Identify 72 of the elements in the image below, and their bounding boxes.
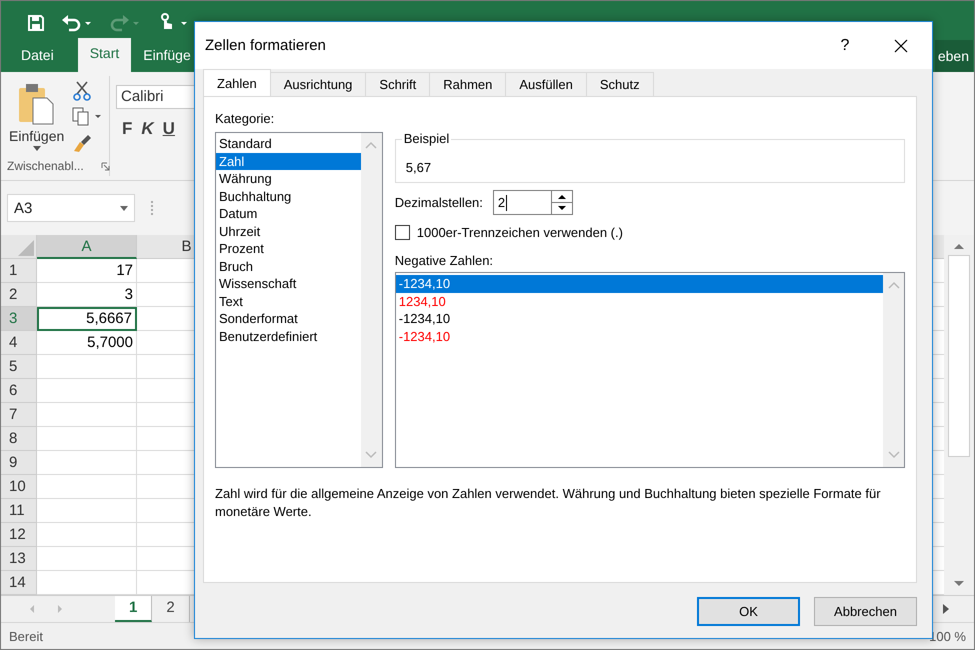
save-icon[interactable] — [27, 14, 45, 32]
ribbon-button[interactable]: eben — [934, 40, 973, 72]
close-icon[interactable] — [894, 38, 908, 52]
dialog-tab[interactable]: Schutz — [586, 72, 654, 96]
help-button[interactable]: ? — [822, 30, 868, 62]
category-item[interactable]: Zahl — [216, 152, 361, 170]
table-cell: 5,7000 — [37, 331, 137, 355]
description-text: Zahl wird für die allgemeine Anzeige von Zahlen verwendet. Währung und Buchhaltung bieten spezielle Formate für monetäre Werte. — [215, 485, 882, 521]
category-item[interactable]: Währung — [216, 170, 361, 188]
row-header[interactable]: 5 — [1, 355, 37, 379]
category-item[interactable]: Datum — [216, 205, 361, 222]
negative-label: Negative Zahlen: — [394, 253, 494, 268]
sheet-tab[interactable]: 1 — [115, 596, 152, 622]
category-item[interactable]: Text — [216, 292, 361, 310]
grip-icon — [151, 201, 155, 215]
category-list[interactable]: Standard Zahl Währung Buchhaltung Datum Uhrzeit Prozent Bruch Wissenschaft Text Sonderformat Benutzerdefiniert — [215, 132, 383, 468]
decimals-spinner[interactable]: 2 — [492, 190, 573, 215]
format-option[interactable]: -1234,10 — [396, 328, 883, 345]
brush-icon[interactable] — [72, 133, 92, 153]
format-button[interactable]: K — [141, 119, 154, 139]
row-header[interactable]: 8 — [1, 427, 37, 451]
ribbon-tab[interactable]: Start — [78, 38, 132, 72]
dialog-launcher-icon[interactable] — [101, 162, 110, 171]
row-header[interactable]: 9 — [1, 451, 37, 475]
table-cell: 5,6667 — [37, 307, 137, 331]
dialog-tab[interactable]: Zahlen — [203, 69, 271, 96]
row-header[interactable]: 10 — [1, 475, 37, 499]
scrollbar-thumb[interactable] — [948, 255, 970, 457]
category-label: Kategorie: — [215, 111, 276, 127]
row-header[interactable]: 3 — [1, 307, 37, 331]
category-item[interactable]: Benutzerdefiniert — [216, 328, 361, 345]
table-cell: 17 — [37, 259, 137, 283]
cancel-button[interactable]: Abbrechen — [814, 597, 917, 626]
dialog-title: Zellen formatieren — [205, 37, 326, 54]
format-option[interactable]: -1234,10 — [396, 310, 883, 328]
row-header[interactable]: 13 — [1, 547, 37, 571]
negative-list[interactable]: -1234,10 1234,10 -1234,10 -1234,10 — [394, 272, 905, 468]
checkbox[interactable] — [394, 225, 410, 240]
group-label: Zwischenabl... — [7, 159, 84, 173]
scissors-icon[interactable] — [72, 81, 92, 101]
category-item[interactable]: Sonderformat — [216, 310, 361, 328]
table-cell: 3 — [37, 283, 137, 307]
row-header[interactable]: 7 — [1, 403, 37, 427]
row-header[interactable]: 2 — [1, 283, 37, 307]
caret-icon[interactable] — [32, 146, 41, 151]
category-item[interactable]: Bruch — [216, 258, 361, 275]
sample-value: 5,67 — [406, 160, 432, 175]
row-header[interactable]: 11 — [1, 499, 37, 523]
category-item[interactable]: Buchhaltung — [216, 188, 361, 205]
caret-icon[interactable] — [120, 206, 128, 210]
copy-icon[interactable] — [72, 107, 102, 127]
ok-button[interactable]: OK — [697, 597, 800, 626]
category-item[interactable]: Standard — [216, 135, 361, 152]
status-text: Bereit — [9, 628, 43, 644]
checkbox-label[interactable]: 1000er-Trennzeichen verwenden (.) — [416, 225, 623, 240]
format-option[interactable]: 1234,10 — [396, 292, 883, 310]
ribbon-tab[interactable]: Datei — [9, 40, 66, 72]
category-item[interactable]: Wissenschaft — [216, 275, 361, 292]
row-header[interactable]: 1 — [1, 259, 37, 283]
undo-icon[interactable] — [61, 14, 93, 32]
column-header[interactable]: A — [37, 235, 137, 259]
format-button[interactable]: F — [122, 119, 132, 139]
row-header[interactable]: 14 — [1, 571, 37, 595]
row-header[interactable]: 12 — [1, 523, 37, 547]
paste-label[interactable]: Einfügen — [9, 128, 64, 144]
group-label: Beispiel — [402, 131, 452, 146]
row-header[interactable]: 6 — [1, 379, 37, 403]
row-header[interactable]: 4 — [1, 331, 37, 355]
decimals-label: Dezimalstellen: — [394, 195, 483, 210]
format-button[interactable]: U — [162, 119, 175, 139]
name-box[interactable]: A3 — [7, 194, 135, 222]
format-option[interactable]: -1234,10 — [396, 275, 883, 292]
